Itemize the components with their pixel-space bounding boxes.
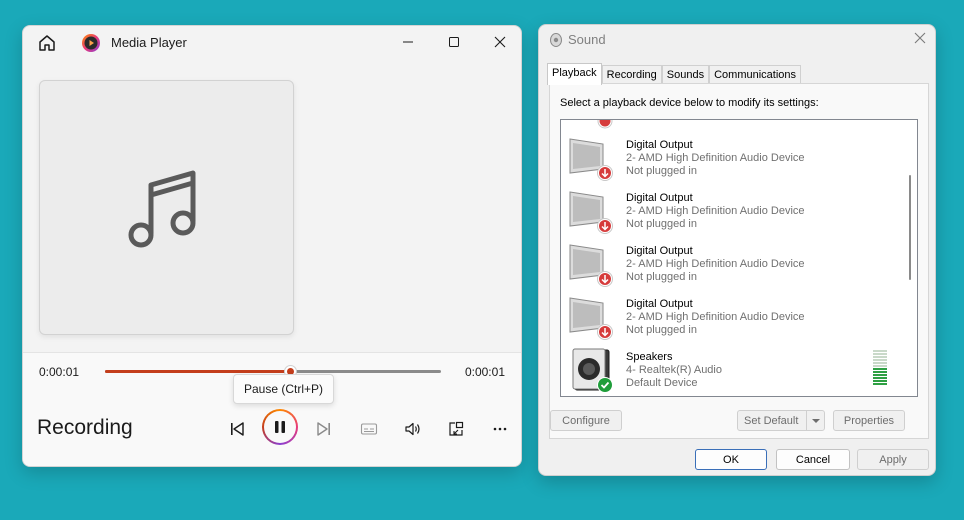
set-default-button[interactable]: Set Default [737,410,825,431]
media-player-window: Media Player 0:00:01 0:00:01 Pause (Ctrl… [22,25,522,467]
device-status: Default Device [626,377,698,389]
device-description: 2- AMD High Definition Audio Device [626,258,805,270]
configure-label: Configure [562,414,610,427]
window-title: Sound [568,32,606,47]
home-icon[interactable] [37,33,57,53]
monitor-speaker-unplugged-icon [567,294,613,342]
monitor-speaker-unplugged-icon [567,135,613,183]
seek-bar[interactable] [105,365,441,378]
tab-communications[interactable]: Communications [709,65,802,85]
tab-recording[interactable]: Recording [601,65,662,85]
properties-label: Properties [843,414,895,427]
list-item[interactable]: Digital Output 2- AMD High Definition Au… [561,187,901,240]
configure-button[interactable]: Configure [550,410,622,431]
time-total: 0:00:01 [464,365,505,379]
close-button[interactable] [477,26,521,58]
properties-button[interactable]: Properties [833,410,905,431]
pause-tooltip: Pause (Ctrl+P) [233,374,335,404]
pause-icon [275,421,285,433]
sound-dialog: Sound Playback Recording Sounds Communic… [538,24,936,476]
device-status: Not plugged in [626,271,697,283]
monitor-speaker-unplugged-icon [567,241,613,289]
skip-next-icon [317,422,330,436]
captions-button[interactable] [351,411,387,447]
track-title: Recording [37,416,133,439]
apply-label: Apply [879,453,907,466]
device-name: Digital Output [626,139,693,151]
play-pause-face [264,411,296,443]
now-playing-area [23,60,521,352]
media-player-titlebar: Media Player [23,26,521,60]
device-status: Not plugged in [626,218,697,230]
captions-icon [360,423,378,435]
device-status: Not plugged in [626,324,697,336]
tab-playback[interactable]: Playback [547,63,602,85]
device-list-scrollbar[interactable] [903,120,917,396]
media-player-logo-icon [81,33,101,53]
window-title: Media Player [111,35,187,50]
maximize-button[interactable] [431,26,477,58]
music-note-icon [128,170,195,247]
more-icon [493,427,507,431]
volume-icon [405,422,420,436]
device-name: Digital Output [626,192,693,204]
apply-button[interactable]: Apply [857,449,929,470]
seek-progress [105,370,290,373]
ok-button[interactable]: OK [695,449,767,470]
cancel-button[interactable]: Cancel [776,449,850,470]
speaker-default-icon [567,347,613,395]
monitor-speaker-unplugged-icon [567,188,613,236]
previous-button[interactable] [219,411,255,447]
set-default-label: Set Default [744,414,799,427]
device-status: Not plugged in [626,165,697,177]
maximize-icon [449,37,459,47]
speaker-title-icon [549,32,563,48]
skip-previous-icon [231,422,244,436]
cancel-label: Cancel [795,453,831,466]
more-options-button[interactable] [482,411,518,447]
monitor-speaker-unplugged-icon [567,120,613,131]
close-icon [914,32,926,44]
time-elapsed: 0:00:01 [39,365,80,379]
device-description: 2- AMD High Definition Audio Device [626,152,805,164]
list-item[interactable]: Digital Output 2- AMD High Definition Au… [561,240,901,293]
device-description: 2- AMD High Definition Audio Device [626,311,805,323]
sound-titlebar: Sound [539,25,935,55]
mini-player-icon [449,421,464,436]
volume-level-meter [873,350,887,390]
playback-panel: Select a playback device below to modify… [549,83,929,439]
close-icon [494,36,506,48]
tab-sounds[interactable]: Sounds [661,65,710,85]
mini-player-button[interactable] [438,411,474,447]
device-list[interactable]: Digital Output 2- AMD High Definition Au… [560,119,918,397]
device-description: 2- AMD High Definition Audio Device [626,205,805,217]
device-name: Digital Output [626,298,693,310]
playback-controls: 0:00:01 0:00:01 Pause (Ctrl+P) Recording [23,352,521,466]
list-item[interactable]: Speakers 4- Realtek(R) Audio Default Dev… [561,346,901,396]
minimize-icon [403,41,413,43]
next-button[interactable] [306,411,342,447]
device-name: Speakers [626,351,673,363]
minimize-button[interactable] [385,26,431,58]
device-description: 4- Realtek(R) Audio [626,364,722,376]
close-button[interactable] [913,31,927,45]
list-item[interactable]: Digital Output 2- AMD High Definition Au… [561,134,901,187]
instruction-text: Select a playback device below to modify… [560,97,819,109]
play-pause-button[interactable] [262,409,298,445]
list-item[interactable]: Digital Output 2- AMD High Definition Au… [561,293,901,346]
list-item[interactable] [561,120,901,135]
album-art [39,80,294,335]
device-name: Digital Output [626,245,693,257]
tab-strip: Playback Recording Sounds Communications [547,63,802,85]
chevron-down-icon [811,418,820,423]
ok-label: OK [723,453,739,466]
set-default-dropdown[interactable] [806,411,824,430]
volume-button[interactable] [395,411,431,447]
scrollbar-thumb[interactable] [909,175,911,280]
